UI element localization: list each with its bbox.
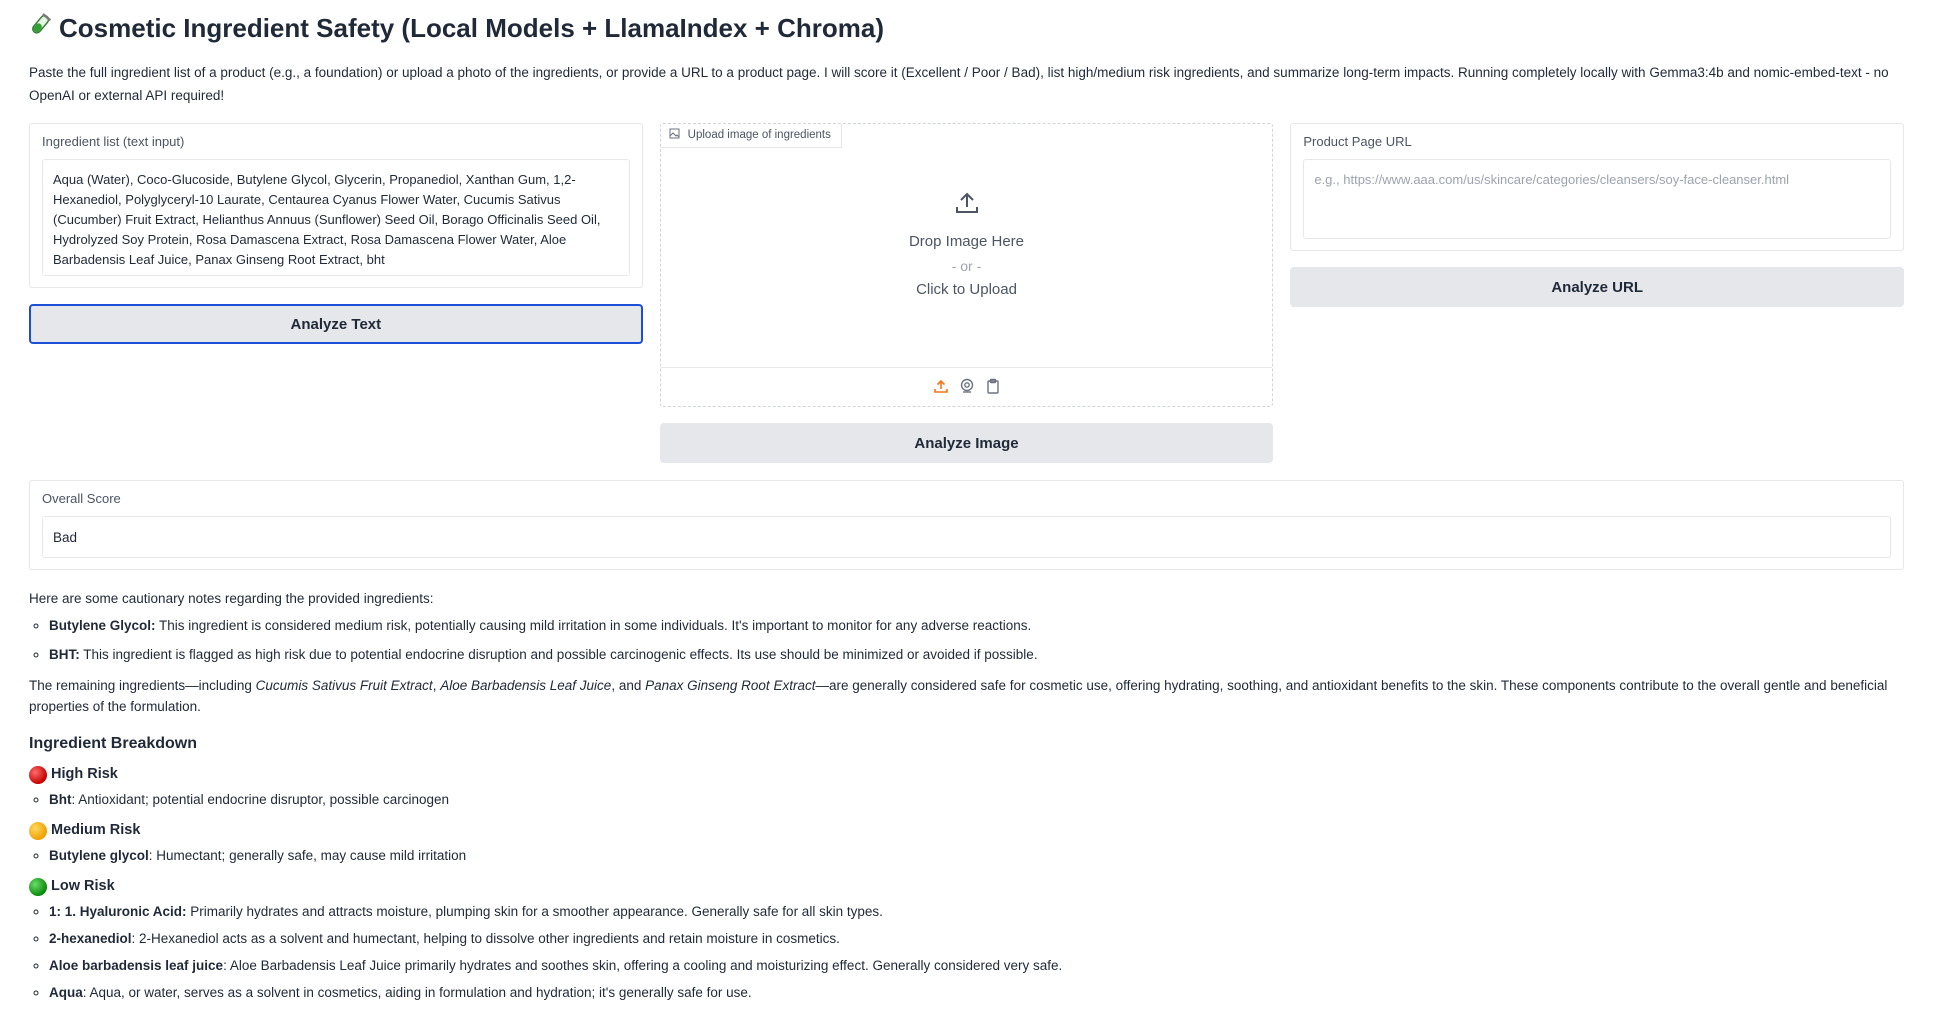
caution-item: BHT: This ingredient is flagged as high … [49, 644, 1904, 665]
low-risk-list: 1: 1. Hyaluronic Acid: Primarily hydrate… [29, 901, 1904, 1003]
caution-item-text: This ingredient is flagged as high risk … [79, 647, 1038, 662]
ingredient-desc: : Antioxidant; potential endocrine disru… [71, 792, 450, 807]
upload-source-toolbar [661, 366, 1273, 406]
list-item: Aqua: Aqua, or water, serves as a solven… [49, 982, 1904, 1003]
image-icon [669, 128, 680, 142]
caution-item-text: This ingredient is considered medium ris… [155, 618, 1032, 633]
ingredient-name: 1: 1. Hyaluronic Acid: [49, 904, 187, 919]
text-input-column: Ingredient list (text input) Aqua (Water… [29, 123, 643, 463]
caution-item-name: Butylene Glycol: [49, 618, 156, 633]
drop-image-text: Drop Image Here [908, 232, 1025, 250]
summary-ingredient: Panax Ginseng Root Extract [645, 678, 816, 693]
text-input-panel: Ingredient list (text input) Aqua (Water… [29, 123, 643, 288]
click-to-upload-text: Click to Upload [916, 280, 1017, 298]
analysis-intro: Here are some cautionary notes regarding… [29, 591, 434, 606]
caution-item-name: BHT: [49, 647, 80, 662]
medium-risk-label: Medium Risk [51, 822, 141, 838]
ingredient-name: Aloe barbadensis leaf juice [49, 958, 224, 973]
url-input-panel: Product Page URL e.g., https://www.aaa.c… [1290, 123, 1905, 251]
ingredient-name: Aqua [49, 985, 83, 1000]
ingredient-desc: Primarily hydrates and attracts moisture… [186, 904, 883, 919]
green-circle-icon [29, 877, 47, 896]
webcam-icon[interactable] [959, 378, 975, 394]
caution-list: Butylene Glycol: This ingredient is cons… [29, 615, 1904, 665]
overall-score-field[interactable]: Bad [42, 516, 1891, 558]
medium-risk-list: Butylene glycol: Humectant; generally sa… [29, 845, 1904, 866]
high-risk-label: High Risk [51, 766, 118, 782]
app-root: Cosmetic Ingredient Safety (Local Models… [0, 0, 1933, 1003]
low-risk-label: Low Risk [51, 878, 115, 894]
analysis-output: Here are some cautionary notes regarding… [29, 588, 1904, 1003]
analyze-text-button[interactable]: Analyze Text [29, 304, 643, 344]
analysis-summary: The remaining ingredients—including Cucu… [29, 675, 1904, 717]
intro-text: Paste the full ingredient list of a prod… [29, 65, 1889, 103]
summary-separator: , and [611, 678, 646, 693]
medium-risk-heading: Medium Risk [29, 820, 1904, 841]
url-input[interactable]: e.g., https://www.aaa.com/us/skincare/ca… [1303, 159, 1892, 239]
ingredient-textarea[interactable]: Aqua (Water), Coco-Glucoside, Butylene G… [42, 159, 630, 276]
upload-icon[interactable] [933, 378, 949, 394]
overall-score-panel: Overall Score Bad [29, 480, 1904, 570]
ingredient-desc: : Aloe Barbadensis Leaf Juice primarily … [223, 958, 1063, 973]
url-input-column: Product Page URL e.g., https://www.aaa.c… [1290, 123, 1905, 463]
summary-start: The remaining ingredients—including [29, 678, 256, 693]
orange-circle-icon [29, 821, 47, 840]
clipboard-icon[interactable] [985, 378, 1001, 394]
list-item: 2-hexanediol: 2-Hexanediol acts as a sol… [49, 928, 1904, 949]
ingredient-name: 2-hexanediol [49, 931, 132, 946]
ingredient-desc: : Humectant; generally safe, may cause m… [148, 848, 467, 863]
test-tube-icon [29, 10, 51, 46]
url-input-label: Product Page URL [1303, 134, 1412, 149]
upload-label-text: Upload image of ingredients [687, 129, 831, 141]
list-item: Butylene glycol: Humectant; generally sa… [49, 845, 1904, 866]
list-item: Aloe barbadensis leaf juice: Aloe Barbad… [49, 955, 1904, 976]
page-title: Cosmetic Ingredient Safety (Local Models… [29, 10, 1904, 46]
list-item: 1: 1. Hyaluronic Acid: Primarily hydrate… [49, 901, 1904, 922]
analyze-image-button[interactable]: Analyze Image [659, 423, 1274, 463]
upload-label-tag: Upload image of ingredients [660, 124, 842, 148]
low-risk-heading: Low Risk [29, 876, 1904, 897]
summary-ingredient: Aloe Barbadensis Leaf Juice [440, 678, 612, 693]
high-risk-heading: High Risk [29, 764, 1904, 785]
upload-arrow-icon [954, 190, 980, 224]
overall-score-label: Overall Score [42, 491, 121, 506]
ingredient-desc: : Aqua, or water, serves as a solvent in… [82, 985, 752, 1000]
ingredient-name: Bht [49, 792, 72, 807]
red-circle-icon [29, 765, 47, 784]
list-item: Bht: Antioxidant; potential endocrine di… [49, 789, 1904, 810]
breakdown-title: Ingredient Breakdown [29, 735, 198, 752]
page-title-text: Cosmetic Ingredient Safety (Local Models… [59, 13, 884, 43]
high-risk-list: Bht: Antioxidant; potential endocrine di… [29, 789, 1904, 810]
image-upload-area[interactable]: Drop Image Here - or - Click to Upload U… [659, 123, 1274, 407]
text-input-label: Ingredient list (text input) [42, 134, 185, 149]
analyze-url-button[interactable]: Analyze URL [1290, 267, 1905, 307]
summary-ingredient: Cucumis Sativus Fruit Extract [255, 678, 433, 693]
ingredient-desc: : 2-Hexanediol acts as a solvent and hum… [131, 931, 840, 946]
ingredient-name: Butylene glycol [49, 848, 149, 863]
caution-item: Butylene Glycol: This ingredient is cons… [49, 615, 1904, 636]
input-columns: Ingredient list (text input) Aqua (Water… [29, 123, 1905, 463]
drop-zone[interactable]: Drop Image Here - or - Click to Upload [660, 124, 1273, 368]
or-text: - or - [951, 257, 982, 274]
image-input-column: Drop Image Here - or - Click to Upload U… [659, 123, 1274, 463]
